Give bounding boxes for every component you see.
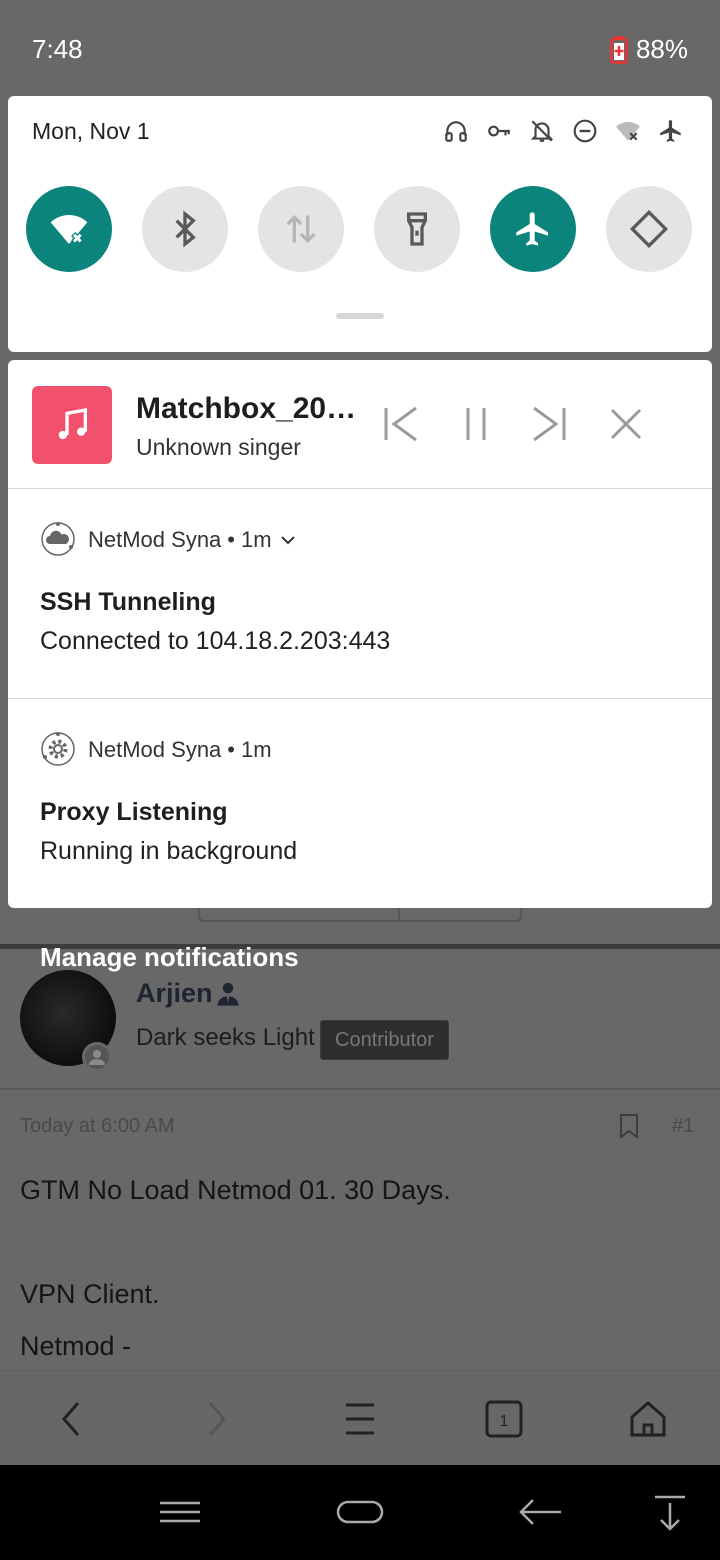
browser-toolbar: 1 <box>0 1370 720 1465</box>
bluetooth-icon <box>175 210 196 248</box>
headphones-icon <box>443 118 469 144</box>
media-next-icon[interactable] <box>528 402 572 446</box>
quick-settings-panel: Mon, Nov 1 <box>8 96 712 352</box>
notification-divider <box>8 488 712 489</box>
post-text-line: Netmod - <box>20 1331 132 1361</box>
author-tagline: Dark seeks Light <box>136 1024 315 1051</box>
media-artist: Unknown singer <box>136 434 301 460</box>
notification-title[interactable]: SSH Tunneling <box>40 588 216 617</box>
tile-auto-rotate[interactable] <box>606 186 692 272</box>
tab-count: 1 <box>500 1413 509 1430</box>
qs-status-icons <box>443 118 684 144</box>
nav-notifications-pull-icon[interactable] <box>645 1489 695 1535</box>
qs-date[interactable]: Mon, Nov 1 <box>32 118 150 145</box>
bookmark-icon[interactable] <box>618 1113 640 1139</box>
bullet-separator: • <box>227 527 235 552</box>
music-note-icon <box>58 408 87 440</box>
tile-flashlight[interactable] <box>374 186 460 272</box>
notification-time: 1m <box>241 737 272 762</box>
tile-airplane-mode[interactable] <box>490 186 576 272</box>
browser-forward-icon[interactable] <box>194 1397 238 1441</box>
tile-wifi[interactable] <box>26 186 112 272</box>
tile-mobile-data[interactable] <box>258 186 344 272</box>
vpn-key-icon <box>486 118 512 144</box>
notifications-off-icon <box>529 118 555 144</box>
battery-icon <box>610 35 628 64</box>
notification-app-name: NetMod Syna <box>88 527 222 552</box>
wifi-icon <box>50 215 88 245</box>
auto-rotate-icon <box>629 209 669 249</box>
notification-header[interactable]: NetMod Syna • 1m <box>88 737 272 763</box>
status-battery: 88% <box>610 34 688 65</box>
avatar-badge-icon <box>82 1042 112 1072</box>
post-author-name[interactable]: Arjien <box>136 978 213 1009</box>
media-pause-icon[interactable] <box>454 402 498 446</box>
nav-menu-icon[interactable] <box>155 1489 205 1535</box>
qs-expand-handle[interactable] <box>336 313 384 319</box>
notification-header[interactable]: NetMod Syna • 1m <box>88 527 298 553</box>
notification-text[interactable]: Running in background <box>40 837 297 866</box>
wifi-off-icon <box>615 118 641 144</box>
chevron-down-icon[interactable] <box>278 530 298 550</box>
notification-text[interactable]: Connected to 104.18.2.203:443 <box>40 627 390 656</box>
post-text-line: VPN Client. <box>20 1279 160 1309</box>
bullet-separator: • <box>227 737 235 762</box>
battery-percent: 88% <box>635 34 688 64</box>
post-number[interactable]: #1 <box>672 1115 694 1138</box>
post-separator <box>0 1088 720 1090</box>
airplane-mode-icon <box>516 212 548 246</box>
tile-bluetooth[interactable] <box>142 186 228 272</box>
author-role-badge: Contributor <box>320 1020 449 1060</box>
notification-time: 1m <box>241 527 272 552</box>
notification-divider <box>8 698 712 699</box>
manage-notifications-button[interactable]: Manage notifications <box>40 942 299 973</box>
nav-home-icon[interactable] <box>335 1489 385 1535</box>
netmod-cloud-icon <box>40 521 76 557</box>
browser-back-icon[interactable] <box>50 1397 94 1441</box>
media-previous-icon[interactable] <box>378 402 422 446</box>
notifications-card: Matchbox_20_... Unknown singer NetMod Sy… <box>8 360 712 908</box>
airplane-icon <box>658 118 684 144</box>
system-nav-bar <box>0 1465 720 1560</box>
browser-tabs-icon[interactable]: 1 <box>482 1397 526 1441</box>
media-title[interactable]: Matchbox_20_... <box>136 392 362 426</box>
flashlight-icon <box>407 212 427 246</box>
user-role-icon <box>217 982 239 1006</box>
dnd-icon <box>572 118 598 144</box>
post-date[interactable]: Today at 6:00 AM <box>20 1115 175 1138</box>
data-transfer-icon <box>286 214 316 244</box>
notification-app-name: NetMod Syna <box>88 737 222 762</box>
post-text-line: GTM No Load Netmod 01. 30 Days. <box>20 1175 451 1205</box>
browser-home-icon[interactable] <box>626 1397 670 1441</box>
netmod-gear-icon <box>40 731 76 767</box>
media-close-icon[interactable] <box>604 402 648 446</box>
status-time: 7:48 <box>32 34 83 64</box>
nav-back-icon[interactable] <box>515 1489 565 1535</box>
media-album-art[interactable] <box>32 386 112 464</box>
notification-title[interactable]: Proxy Listening <box>40 798 228 827</box>
browser-menu-icon[interactable] <box>338 1397 382 1441</box>
